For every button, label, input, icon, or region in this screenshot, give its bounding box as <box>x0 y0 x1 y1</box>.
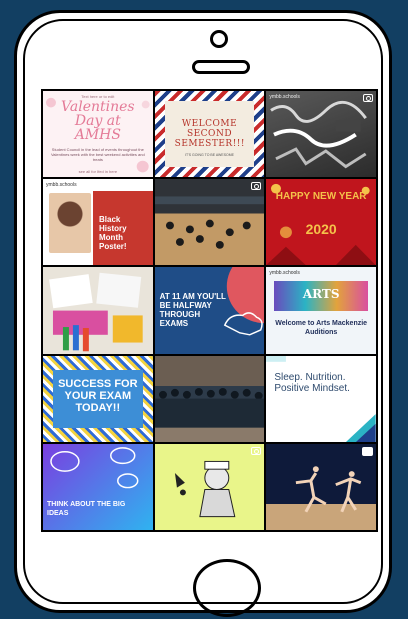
new-year-title: HAPPY NEW YEAR <box>275 191 367 203</box>
poster-photo <box>49 193 91 254</box>
success-text: SUCCESS FOR YOUR EXAM TODAY!! <box>58 377 138 414</box>
grid-post-textbooks[interactable] <box>43 267 153 354</box>
arts-banner-text: ARTS <box>302 287 340 302</box>
grid-post-happy-new-year[interactable]: HAPPY NEW YEAR 2020 <box>266 179 376 266</box>
grid-post-egyptian-art[interactable] <box>154 443 265 530</box>
front-camera-icon <box>210 30 228 48</box>
sleep-text: Sleep. Nutrition. Positive Mindset. <box>274 371 350 394</box>
grid-post-halfway-exams[interactable]: AT 11 AM YOU'LL BE HALFWAY THROUGH EXAMS <box>154 267 265 354</box>
grid-post-graffiti-wall[interactable]: ymbb.schools <box>266 91 376 178</box>
home-button[interactable] <box>193 559 261 617</box>
students-silhouettes <box>154 196 265 249</box>
arts-title: Welcome to Arts Mackenzie Auditions <box>275 320 368 337</box>
grid-post-gym-photo[interactable] <box>154 179 265 266</box>
big-ideas-text: THINK ABOUT THE BIG IDEAS <box>47 500 126 517</box>
valentines-footer: see all for Ifed in here <box>78 169 118 175</box>
artwork-figure <box>174 460 236 517</box>
instagram-photo-grid: Text here or to edit Valentines Day at A… <box>41 89 378 532</box>
new-year-number: 2020 <box>305 221 337 238</box>
grid-post-dance[interactable] <box>266 443 376 530</box>
grid-post-welcome-semester[interactable]: WELCOME SECOND SEMESTER!!! IT'S GOING TO… <box>154 91 265 178</box>
speaker-grille <box>192 60 250 74</box>
crowd-silhouettes <box>154 387 265 442</box>
bhm-title: Black History Month Poster! <box>99 215 127 252</box>
halfway-text: AT 11 AM YOU'LL BE HALFWAY THROUGH EXAMS <box>159 292 226 329</box>
grid-post-group-photo[interactable] <box>154 355 265 442</box>
grid-post-arts-auditions[interactable]: ymbb.schools ARTS Welcome to Arts Macken… <box>266 267 376 354</box>
valentines-body: Student Council in the lead of events th… <box>50 147 145 162</box>
geometric-shapes <box>266 355 376 442</box>
account-name: ymbb.schools <box>269 270 300 277</box>
grid-post-sleep-nutrition[interactable]: Sleep. Nutrition. Positive Mindset. <box>266 355 376 442</box>
grid-post-valentines[interactable]: Text here or to edit Valentines Day at A… <box>43 91 153 178</box>
dancers-silhouettes <box>296 466 362 513</box>
valentines-title: Valentines Day at AMHS <box>61 99 135 143</box>
grid-post-big-ideas[interactable]: THINK ABOUT THE BIG IDEAS <box>43 443 153 530</box>
grid-post-success-exam[interactable]: SUCCESS FOR YOUR EXAM TODAY!! <box>43 355 153 442</box>
welcome-title: WELCOME SECOND SEMESTER!!! <box>174 119 246 149</box>
welcome-subtitle: IT'S GOING TO BE AWESOME <box>184 153 234 157</box>
books-pencils <box>49 273 143 352</box>
grid-post-black-history-month[interactable]: ymbb.schools Black History Month Poster! <box>43 179 153 266</box>
graffiti-scribbles <box>270 100 368 169</box>
account-name: ymbb.schools <box>46 182 77 189</box>
